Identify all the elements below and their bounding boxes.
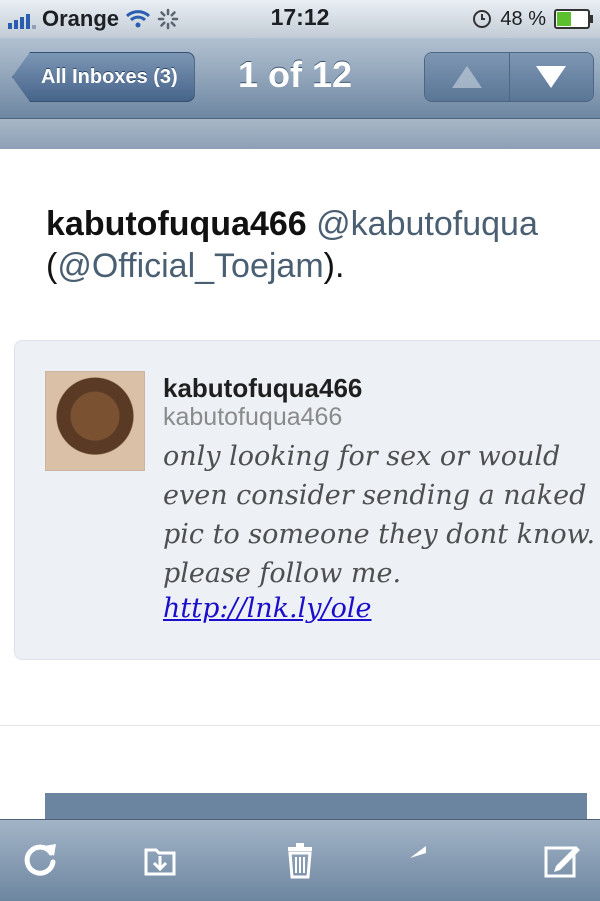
divider <box>0 725 600 726</box>
mention-open: ( <box>46 247 58 285</box>
next-message-button[interactable] <box>508 53 593 101</box>
sender-handle-link[interactable]: @kabutofuqua <box>316 205 538 243</box>
notification-text: kabutofuqua466 @kabutofuqua (@Official_T… <box>46 203 600 287</box>
previous-message-button[interactable] <box>425 53 509 101</box>
navigation-bar: All Inboxes (3) 1 of 12 <box>0 38 600 119</box>
down-arrow-icon <box>536 66 567 88</box>
mention-link[interactable]: @Official_Toejam <box>57 247 323 285</box>
status-bar: Orange 17:12 48 % <box>0 0 600 39</box>
tweet-text: only looking for sex or would even consi… <box>163 441 596 589</box>
delete-button[interactable] <box>276 836 324 884</box>
avatar[interactable] <box>45 371 145 471</box>
battery-icon <box>554 9 593 29</box>
up-arrow-icon <box>451 66 482 88</box>
compose-icon <box>544 846 580 878</box>
trash-icon <box>288 843 312 879</box>
refresh-icon <box>24 844 56 876</box>
reply-icon <box>410 846 426 858</box>
battery-fill <box>557 12 571 26</box>
sender-name: kabutofuqua466 <box>46 205 307 243</box>
reply-button[interactable] <box>406 836 454 884</box>
all-inboxes-back-button[interactable]: All Inboxes (3) <box>12 52 195 102</box>
battery-percentage: 48 % <box>500 7 546 30</box>
status-right: 48 % <box>472 4 593 34</box>
refresh-button[interactable] <box>16 836 64 884</box>
move-to-folder-button[interactable] <box>136 836 184 884</box>
tweet-link[interactable]: http://lnk.ly/ole <box>163 593 372 624</box>
alarm-clock-icon <box>473 10 492 28</box>
message-body: kabutofuqua466 @kabutofuqua (@Official_T… <box>0 119 600 819</box>
mention-close: ). <box>323 247 345 285</box>
tweet-card: kabutofuqua466 kabutofuqua466 only looki… <box>14 340 600 660</box>
tweet-username: kabutofuqua466 <box>163 403 343 431</box>
tweet-display-name: kabutofuqua466 <box>163 373 363 403</box>
compose-button[interactable] <box>538 836 586 884</box>
message-navigation-control <box>424 52 594 102</box>
footer-banner <box>45 793 587 819</box>
message-position-title: 1 of 12 <box>238 54 353 95</box>
bottom-toolbar <box>0 819 600 901</box>
move-to-folder-icon <box>144 848 176 876</box>
message-header-strip <box>0 119 600 149</box>
